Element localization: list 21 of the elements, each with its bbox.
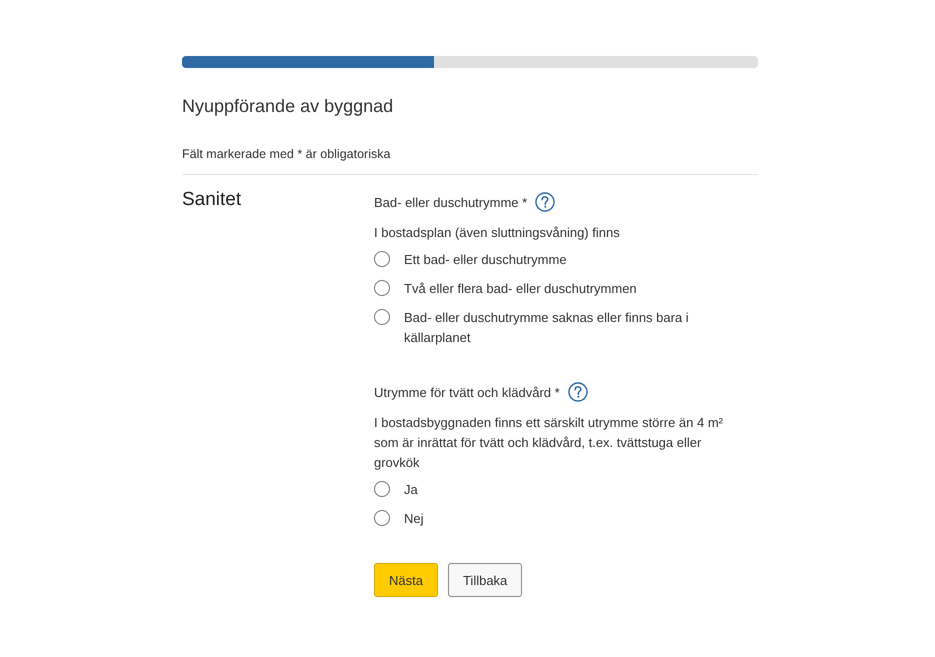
radio-button[interactable] [374,510,390,526]
next-button[interactable]: Nästa [374,563,438,597]
radio-button[interactable] [374,251,390,267]
option-label[interactable]: Bad- eller duschutrymme saknas eller finns bara i källarplanet [404,308,724,348]
required-note: Fält markerade med * är obligatoriska [182,146,392,162]
option-label[interactable]: Ett bad- eller duschutrymme [404,250,567,270]
help-icon[interactable] [535,192,556,212]
question-description: I bostadsbyggnaden finns ett särskilt utrymme större än 4 m² som är inrättat för tvätt och klädvård, t.ex. tvättstuga eller grovkök [374,414,724,472]
question-description: I bostadsplan (även sluttningsvåning) finns [374,224,621,242]
radio-button[interactable] [374,280,390,296]
question-label: Bad- eller duschutrymme * [374,194,528,210]
option-label[interactable]: Ja [404,480,418,500]
section-heading: Sanitet [182,189,242,212]
option-label[interactable]: Nej [404,509,424,529]
help-icon[interactable] [568,382,588,402]
radio-button[interactable] [374,309,390,325]
radio-button[interactable] [374,481,390,497]
option-label[interactable]: Två eller flera bad- eller duschutrymmen [404,279,637,299]
question-label: Utrymme för tvätt och klädvård * [374,384,560,400]
back-button[interactable]: Tillbaka [448,563,522,597]
page-title: Nyuppförande av byggnad [182,95,394,118]
